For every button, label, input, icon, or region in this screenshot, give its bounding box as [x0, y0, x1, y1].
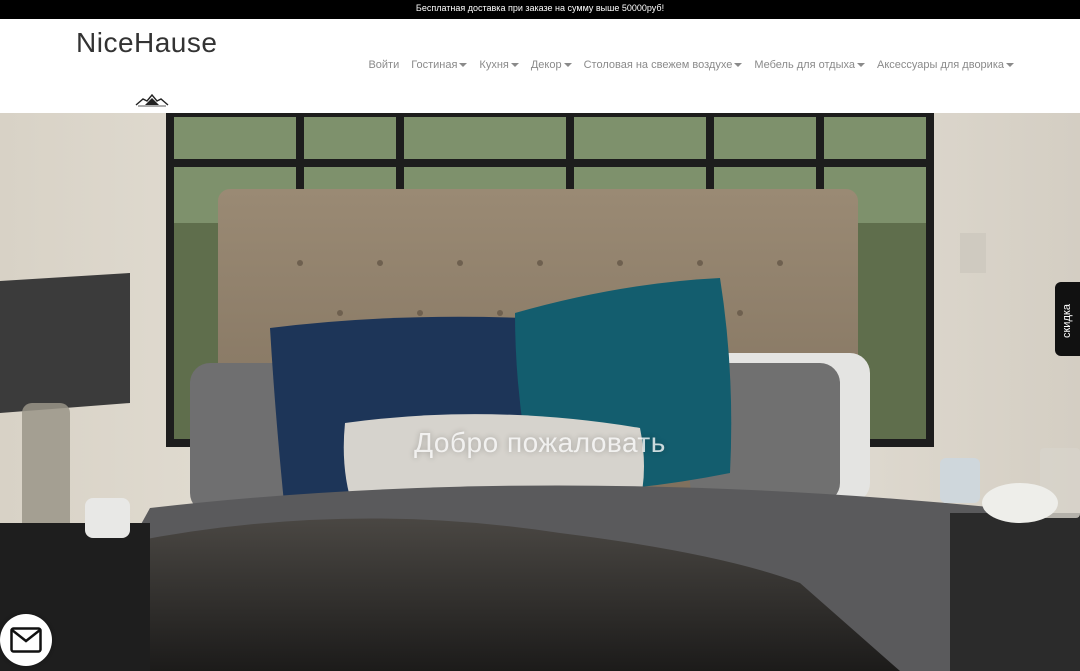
discount-side-tab[interactable]: скидка	[1055, 282, 1080, 356]
mail-button[interactable]	[0, 614, 52, 666]
nav-living-room[interactable]: Гостиная	[405, 59, 473, 71]
hero-banner: Добро пожаловать	[0, 113, 1080, 671]
bird-logo-icon[interactable]	[135, 93, 169, 107]
mail-icon	[10, 627, 42, 653]
nav-kitchen-label: Кухня	[479, 59, 509, 71]
nav-kitchen[interactable]: Кухня	[473, 59, 524, 71]
caret-down-icon	[510, 63, 519, 68]
promo-text: Бесплатная доставка при заказе на сумму …	[415, 3, 665, 13]
nav-lounge-furniture[interactable]: Мебель для отдыха	[748, 59, 871, 71]
caret-down-icon	[734, 63, 743, 68]
hero-title: Добро пожаловать	[414, 427, 666, 458]
nav-decor-label: Декор	[530, 59, 562, 71]
nav-patio-accessories[interactable]: Аксессуары для дворика	[871, 59, 1020, 71]
nav-outdoor-dining[interactable]: Столовая на свежем воздухе	[578, 59, 749, 71]
discount-tab-label: скидка	[1061, 303, 1073, 338]
nav-decor[interactable]: Декор	[525, 59, 578, 71]
caret-down-icon	[563, 63, 572, 68]
nav-living-room-label: Гостиная	[411, 59, 458, 71]
promo-bar: Бесплатная доставка при заказе на сумму …	[0, 0, 1080, 19]
nav-login[interactable]: Войти	[362, 59, 405, 71]
main-nav: Войти Гостиная Кухня Декор Столовая на с…	[362, 59, 1020, 71]
caret-down-icon	[1006, 63, 1014, 68]
hero-bedroom-image	[0, 113, 1080, 671]
site-header: NiceHause Войти Гостиная Кухня Декор Сто…	[0, 19, 1080, 113]
caret-down-icon	[459, 63, 468, 68]
nav-lounge-furniture-label: Мебель для отдыха	[754, 59, 855, 71]
brand-name[interactable]: NiceHause	[76, 27, 217, 59]
nav-outdoor-dining-label: Столовая на свежем воздухе	[583, 59, 733, 71]
caret-down-icon	[856, 63, 865, 68]
nav-patio-accessories-label: Аксессуары для дворика	[876, 59, 1004, 71]
nav-login-label: Войти	[368, 59, 400, 71]
